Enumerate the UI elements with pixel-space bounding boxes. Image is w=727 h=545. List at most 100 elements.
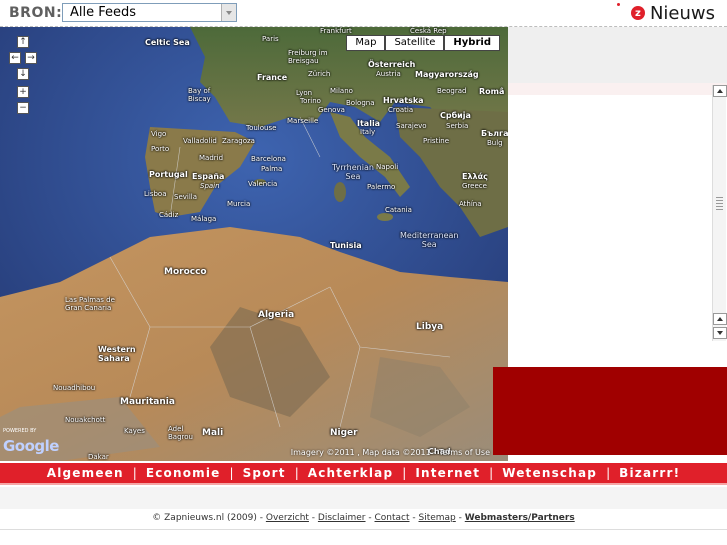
category-separator: | [294, 466, 299, 480]
map-label-catania: Catania [385, 206, 412, 214]
footer: © Zapnieuws.nl (2009) - Overzicht - Disc… [152, 513, 575, 523]
map-label-dakar: Dakar [88, 453, 109, 461]
footer-link-webmasters[interactable]: Webmasters/Partners [465, 513, 575, 523]
category-achterklap[interactable]: Achterklap [308, 466, 394, 480]
map-label-frankfurt: Frankfurt [320, 27, 352, 35]
powered-by-label: POWERED BY [3, 428, 37, 434]
footer-copyright: © Zapnieuws.nl (2009) - [152, 513, 263, 523]
footer-link-contact[interactable]: Contact [375, 513, 410, 523]
feed-select-value: Alle Feeds [70, 5, 137, 20]
map-label-nouakchott: Nouakchott [65, 416, 106, 424]
map-label-portugal: Portugal [149, 170, 188, 179]
logo-text: Nieuws [649, 2, 715, 24]
map-label-sarajevo: Sarajevo [396, 122, 427, 130]
map-attribution[interactable]: Imagery ©2011 , Map data ©2011 - Terms o… [291, 448, 490, 457]
map-label-nouadhibou: Nouadhibou [53, 384, 96, 392]
zoom-in-button[interactable]: + [17, 86, 29, 98]
map-label-paris: Paris [262, 35, 279, 43]
map-label-spain: Spain [200, 182, 220, 190]
map-label-tyrrhenian: Tyrrhenian Sea [332, 163, 374, 181]
map-label-balg: Бълга [481, 129, 508, 138]
map-label-ellas: Ελλάς [462, 172, 488, 181]
map-label-osterreich: Österreich [368, 60, 416, 69]
zoom-out-button[interactable]: − [17, 102, 29, 114]
map-label-italy: Italy [360, 128, 376, 136]
map-label-toulouse: Toulouse [246, 124, 277, 132]
map-label-morocco: Morocco [164, 267, 207, 277]
map-label-sevilla: Sevilla [174, 193, 198, 201]
map-label-zurich: Zürich [308, 70, 331, 78]
pan-right-button[interactable]: → [25, 52, 37, 64]
category-economie[interactable]: Economie [146, 466, 221, 480]
map-label-murcia: Murcia [227, 200, 251, 208]
map-label-greece: Greece [462, 182, 487, 190]
google-logo[interactable]: Google [3, 437, 59, 455]
map-label-algeria: Algeria [258, 310, 295, 320]
map-label-cadiz: Cádiz [159, 211, 179, 219]
feed-select[interactable]: Alle Feeds [62, 3, 237, 22]
map-label-tunisia: Tunisia [330, 241, 362, 250]
map-label-srbija: Србија [440, 111, 471, 120]
map-type-hybrid-button[interactable]: Hybrid [444, 35, 500, 51]
footer-divider [0, 529, 727, 530]
map-label-milano: Milano [330, 87, 353, 95]
news-scrollbar[interactable] [712, 85, 727, 341]
map-label-roman: Româ [479, 87, 505, 96]
map-label-freiburg: Freiburg im Breisgau [288, 49, 328, 65]
map-label-libya: Libya [416, 322, 444, 332]
map-label-valladolid: Valladolid [183, 137, 217, 145]
category-bizarrr[interactable]: Bizarrr! [619, 466, 680, 480]
scroll-up-icon[interactable] [713, 85, 727, 97]
category-separator: | [489, 466, 494, 480]
map-label-magyarorszag: Magyarország [415, 70, 479, 79]
pan-left-button[interactable]: ← [9, 52, 21, 64]
category-sport[interactable]: Sport [243, 466, 286, 480]
category-nav-shadow [0, 487, 727, 509]
pan-down-button[interactable]: ↓ [17, 68, 29, 80]
category-separator: | [132, 466, 137, 480]
map-label-espana: España [192, 172, 225, 181]
map-label-niger: Niger [330, 428, 358, 438]
map-label-barcelona: Barcelona [251, 155, 286, 163]
map-label-vigo: Vigo [151, 130, 167, 138]
side-panel-header [508, 27, 727, 83]
map-label-porto: Porto [151, 145, 170, 153]
page: BRON: Alle Feeds z Nieuws Celtic Sea Par… [0, 0, 727, 545]
logo-z-icon: z [630, 6, 645, 20]
category-internet[interactable]: Internet [415, 466, 480, 480]
site-logo[interactable]: z Nieuws [616, 2, 715, 24]
logo-dot-icon [616, 3, 620, 6]
footer-link-overzicht[interactable]: Overzicht [266, 513, 309, 523]
footer-link-disclaimer[interactable]: Disclaimer [318, 513, 366, 523]
map-label-palermo: Palermo [367, 183, 396, 191]
map-label-genova: Genova [318, 106, 345, 114]
pan-up-button[interactable]: ↑ [17, 36, 29, 48]
map-label-celtic-sea: Celtic Sea [145, 38, 190, 47]
map-type-map-button[interactable]: Map [346, 35, 386, 51]
map[interactable]: Celtic Sea Paris Frankfurt Česká Rep Fra… [0, 27, 508, 461]
chevron-down-icon[interactable] [221, 4, 236, 21]
scroll-down-icon[interactable] [713, 327, 727, 339]
map-label-bay-of-biscay: Bay of Biscay [188, 87, 211, 103]
side-panel-divider [508, 83, 727, 95]
map-label-adel: Adel Bagrou [168, 425, 193, 441]
map-label-pristina: Pristine [423, 137, 450, 145]
map-label-napoli: Napoli [376, 163, 399, 171]
category-algemeen[interactable]: Algemeen [47, 466, 124, 480]
map-label-valencia: Valencia [248, 180, 278, 188]
footer-link-sitemap[interactable]: Sitemap [419, 513, 456, 523]
map-label-athina: Athína [459, 200, 482, 208]
map-label-hrvatska: Hrvatska [383, 96, 424, 105]
category-wetenschap[interactable]: Wetenschap [502, 466, 597, 480]
map-label-mali: Mali [202, 428, 224, 438]
map-label-zaragoza: Zaragoza [222, 137, 255, 145]
map-label-lyon: Lyon [296, 89, 313, 97]
map-type-satellite-button[interactable]: Satellite [385, 35, 445, 51]
map-label-med-sea: Mediterranean Sea [400, 231, 459, 249]
map-label-serbia: Serbia [446, 122, 469, 130]
scroll-grip-icon[interactable] [716, 197, 723, 211]
map-label-palma: Palma [261, 165, 283, 173]
map-label-italia: Italia [357, 119, 381, 128]
scroll-up-bottom-icon[interactable] [713, 313, 727, 325]
category-separator: | [402, 466, 407, 480]
